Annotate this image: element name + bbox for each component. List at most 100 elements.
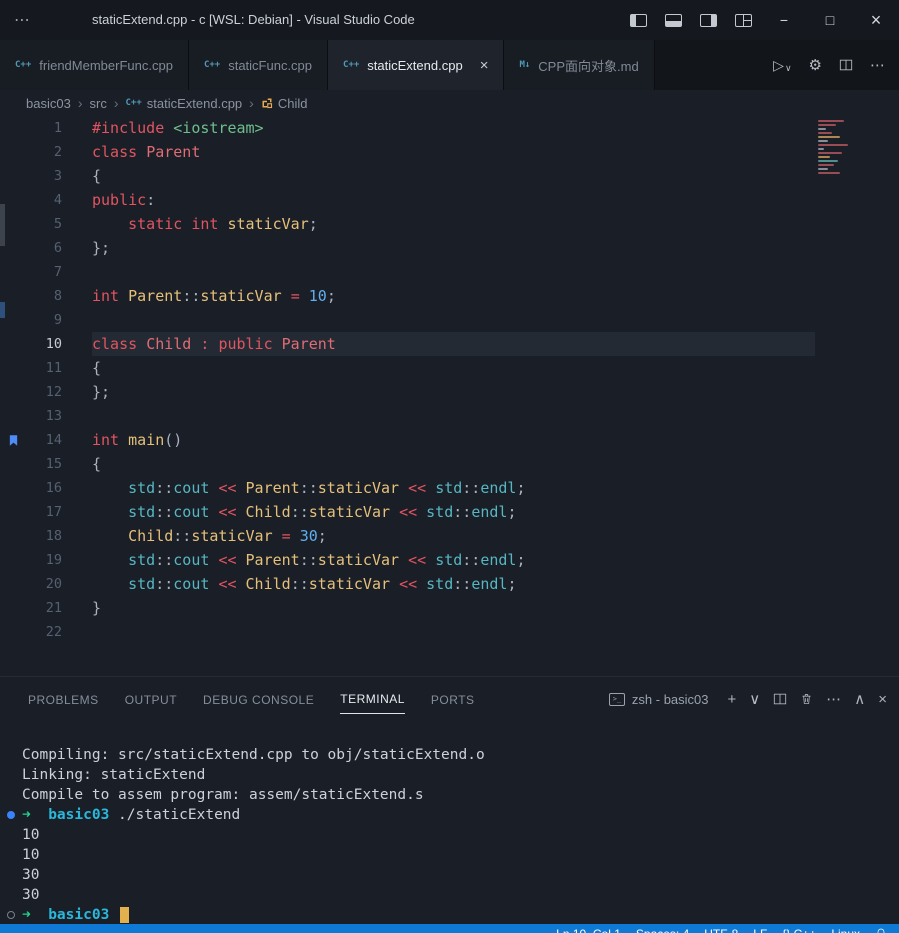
split-editor-icon[interactable]: [839, 58, 853, 72]
line-number: 11: [26, 356, 62, 380]
panel-tab-ports[interactable]: PORTS: [431, 685, 475, 714]
status-eol[interactable]: LF: [753, 927, 767, 933]
terminal-text: 30: [22, 865, 39, 885]
code-line[interactable]: 4public:: [0, 188, 899, 212]
tab-cpp-oop-md[interactable]: M↓ CPP面向对象.md: [504, 40, 654, 90]
chevron-down-icon[interactable]: ∨: [749, 692, 760, 707]
tab-label: CPP面向对象.md: [538, 56, 638, 75]
code-line[interactable]: 5 static int staticVar;: [0, 212, 899, 236]
panel-tab-problems[interactable]: PROBLEMS: [28, 685, 99, 714]
maximize-button[interactable]: □: [807, 0, 853, 40]
code-text: };: [92, 236, 815, 260]
toggle-sidebar-icon[interactable]: [630, 14, 647, 27]
toggle-panel-icon[interactable]: [665, 14, 682, 27]
code-text: {: [92, 356, 815, 380]
tab-label: friendMemberFunc.cpp: [39, 58, 173, 73]
code-line[interactable]: 6};: [0, 236, 899, 260]
minimap[interactable]: [818, 120, 862, 174]
line-number: 2: [26, 140, 62, 164]
new-terminal-plus-icon[interactable]: +: [728, 692, 737, 707]
line-number: 8: [26, 284, 62, 308]
minimap-line: [818, 164, 834, 166]
status-os[interactable]: Linux: [831, 927, 860, 933]
code-line[interactable]: 8int Parent::staticVar = 10;: [0, 284, 899, 308]
line-number: 16: [26, 476, 62, 500]
code-line[interactable]: 20 std::cout << Child::staticVar << std:…: [0, 572, 899, 596]
code-line[interactable]: 21}: [0, 596, 899, 620]
left-ruler-mark: [0, 302, 5, 318]
line-number: 1: [26, 116, 62, 140]
terminal-text: 10: [22, 845, 39, 865]
code-line[interactable]: 12};: [0, 380, 899, 404]
trash-icon[interactable]: [800, 692, 813, 706]
breadcrumb-symbol[interactable]: Child: [261, 96, 308, 111]
line-number: 6: [26, 236, 62, 260]
code-line[interactable]: 19 std::cout << Parent::staticVar << std…: [0, 548, 899, 572]
code-line[interactable]: 9: [0, 308, 899, 332]
code-line[interactable]: 18 Child::staticVar = 30;: [0, 524, 899, 548]
close-window-button[interactable]: ×: [853, 0, 899, 40]
terminal-cursor: [120, 907, 129, 923]
breadcrumb-separator: ›: [78, 95, 83, 111]
breadcrumb-folder[interactable]: src: [89, 96, 106, 111]
bell-icon[interactable]: [875, 927, 887, 933]
command-decoration[interactable]: [0, 911, 22, 919]
panel-tab-terminal[interactable]: TERMINAL: [340, 684, 405, 714]
cpp-file-icon: C++: [126, 98, 142, 108]
editor-actions: ▷ ∨ ⚙ ⋯: [773, 40, 899, 90]
chevron-up-icon[interactable]: ∧: [854, 692, 865, 707]
more-actions-icon[interactable]: ⋯: [870, 58, 885, 73]
status-cursor-position[interactable]: Ln 10, Col 1: [556, 927, 621, 933]
code-text: class Parent: [92, 140, 815, 164]
gutter-decoration: [0, 452, 26, 476]
code-line[interactable]: 15{: [0, 452, 899, 476]
run-or-debug-button[interactable]: ▷ ∨: [773, 57, 791, 74]
line-number: 9: [26, 308, 62, 332]
code-line[interactable]: 16 std::cout << Parent::staticVar << std…: [0, 476, 899, 500]
terminal-output-line: 10: [0, 845, 899, 865]
gutter-decoration: [0, 164, 26, 188]
code-text: };: [92, 380, 815, 404]
status-indentation[interactable]: Spaces: 4: [636, 927, 689, 933]
status-language-mode[interactable]: {} C++: [782, 927, 816, 933]
code-text: std::cout << Child::staticVar << std::en…: [92, 572, 815, 596]
code-line[interactable]: 13: [0, 404, 899, 428]
menu-ellipsis-icon[interactable]: ⋯: [0, 10, 46, 30]
terminal-content[interactable]: Compiling: src/staticExtend.cpp to obj/s…: [0, 721, 899, 924]
panel-actions: >_ zsh - basic03 + ∨ ⋯ ∧ ×: [609, 692, 887, 707]
breadcrumb-file[interactable]: C++ staticExtend.cpp: [126, 96, 243, 111]
command-decoration[interactable]: [0, 811, 22, 819]
toggle-secondary-sidebar-icon[interactable]: [700, 14, 717, 27]
breadcrumb-folder[interactable]: basic03: [26, 96, 71, 111]
more-actions-icon[interactable]: ⋯: [826, 692, 841, 707]
tab-friendmemberfunc[interactable]: C++ friendMemberFunc.cpp: [0, 40, 189, 90]
terminal-instance-selector[interactable]: >_ zsh - basic03: [609, 692, 709, 707]
code-line[interactable]: 7: [0, 260, 899, 284]
close-tab-icon[interactable]: ×: [480, 57, 489, 74]
code-area[interactable]: 1#include <iostream>2 class Parent3{4publ…: [0, 116, 899, 644]
terminal-prompt-line: ➜ basic03: [0, 905, 899, 925]
minimize-button[interactable]: −: [761, 0, 807, 40]
code-line[interactable]: 22: [0, 620, 899, 644]
split-terminal-icon[interactable]: [773, 692, 787, 706]
customize-layout-icon[interactable]: [735, 14, 752, 27]
code-line[interactable]: 1#include <iostream>: [0, 116, 899, 140]
code-line[interactable]: 10class Child : public Parent: [0, 332, 899, 356]
minimap-line: [818, 120, 844, 122]
cpp-file-icon: C++: [204, 60, 220, 70]
close-panel-icon[interactable]: ×: [878, 692, 887, 707]
gutter-decoration: [0, 356, 26, 380]
code-line[interactable]: 17 std::cout << Child::staticVar << std:…: [0, 500, 899, 524]
code-line[interactable]: 2 class Parent: [0, 140, 899, 164]
tab-staticfunc[interactable]: C++ staticFunc.cpp: [189, 40, 328, 90]
breadcrumb-separator: ›: [114, 95, 119, 111]
panel-tab-debug-console[interactable]: DEBUG CONSOLE: [203, 685, 314, 714]
status-encoding[interactable]: UTF-8: [704, 927, 738, 933]
tab-staticextend[interactable]: C++ staticExtend.cpp ×: [328, 40, 504, 90]
code-line[interactable]: 14int main(): [0, 428, 899, 452]
minimap-line: [818, 136, 840, 138]
panel-tab-output[interactable]: OUTPUT: [125, 685, 177, 714]
code-line[interactable]: 3{: [0, 164, 899, 188]
code-line[interactable]: 11 {: [0, 356, 899, 380]
gear-icon[interactable]: ⚙: [809, 58, 822, 73]
